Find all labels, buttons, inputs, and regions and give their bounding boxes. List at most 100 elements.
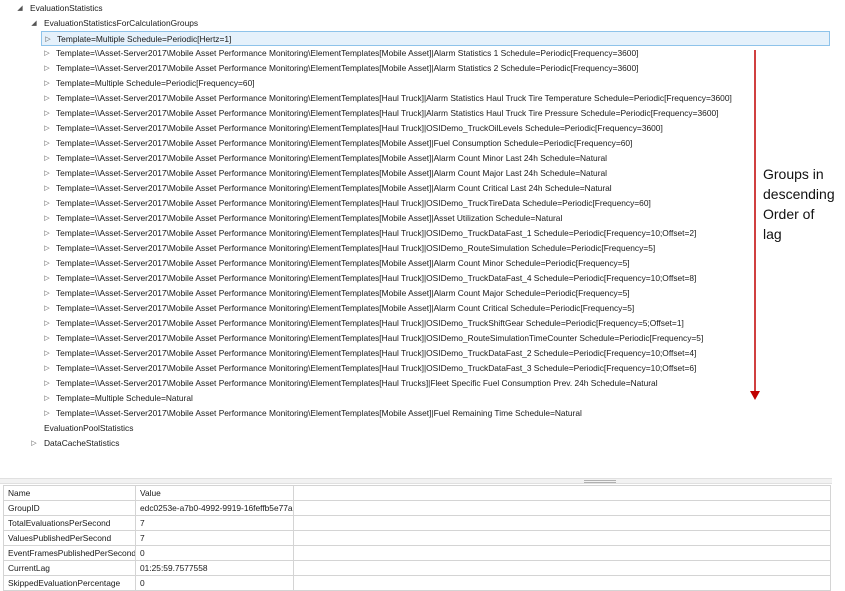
expand-triangle-icon[interactable]: ▷ (43, 32, 53, 47)
expand-triangle-icon[interactable]: ▷ (42, 391, 52, 406)
column-header-name[interactable]: Name (4, 486, 136, 501)
expand-triangle-icon[interactable]: ▷ (42, 166, 52, 181)
tree-item-group[interactable]: ▷ Template=Multiple Schedule=Natural (0, 391, 832, 406)
tree-item-group[interactable]: ▷Template=\\Asset-Server2017\Mobile Asse… (0, 121, 832, 136)
property-row[interactable]: EventFramesPublishedPerSecond 0 (4, 546, 831, 561)
property-filler (294, 576, 831, 591)
tree-item-group[interactable]: ▷ Template=\\Asset-Server2017\Mobile Asse… (0, 46, 832, 61)
tree-item-group[interactable]: ▷ Template=Multiple Schedule=Periodic[Her… (41, 31, 830, 46)
tree-node-evaluation-statistics[interactable]: ◢ EvaluationStatistics (0, 1, 832, 16)
collapse-triangle-icon[interactable]: ◢ (29, 16, 39, 31)
property-row[interactable]: GroupID edc0253e-a7b0-4992-9919-16feffb5… (4, 501, 831, 516)
property-row[interactable]: TotalEvaluationsPerSecond 7 (4, 516, 831, 531)
properties-header-row: Name Value (4, 486, 831, 501)
property-row[interactable]: SkippedEvaluationPercentage 0 (4, 576, 831, 591)
expand-triangle-icon[interactable]: ▷ (42, 226, 52, 241)
tree-node-data-cache-statistics[interactable]: ▷ DataCacheStatistics (0, 436, 832, 451)
expand-triangle-icon[interactable]: ▷ (42, 331, 52, 346)
column-header-value[interactable]: Value (136, 486, 294, 501)
expand-triangle-icon[interactable]: ▷ (42, 61, 52, 76)
properties-grid: Name Value GroupID edc0253e-a7b0-4992-99… (3, 485, 831, 591)
expand-triangle-icon[interactable]: ▷ (42, 256, 52, 271)
property-value: edc0253e-a7b0-4992-9919-16feffb5e77a (136, 501, 294, 516)
tree-item-group[interactable]: ▷Template=\\Asset-Server2017\Mobile Asse… (0, 196, 832, 211)
tree-item-label: Template=Multiple Schedule=Periodic[Hert… (57, 32, 231, 47)
tree-item-label: Template=\\Asset-Server2017\Mobile Asset… (56, 376, 658, 391)
tree-item-label: Template=\\Asset-Server2017\Mobile Asset… (56, 406, 582, 421)
tree-item-group[interactable]: ▷Template=\\Asset-Server2017\Mobile Asse… (0, 226, 832, 241)
tree-item-label: Template=\\Asset-Server2017\Mobile Asset… (56, 166, 607, 181)
property-filler (294, 546, 831, 561)
property-row[interactable]: ValuesPublishedPerSecond 7 (4, 531, 831, 546)
tree-item-group[interactable]: ▷Template=\\Asset-Server2017\Mobile Asse… (0, 136, 832, 151)
expand-triangle-icon[interactable]: ▷ (42, 376, 52, 391)
property-name: TotalEvaluationsPerSecond (4, 516, 136, 531)
expand-triangle-icon[interactable]: ▷ (42, 121, 52, 136)
tree-item-group[interactable]: ▷ Template=Multiple Schedule=Periodic[Fre… (0, 76, 832, 91)
tree-item-label: Template=\\Asset-Server2017\Mobile Asset… (56, 241, 655, 256)
tree-item-group[interactable]: ▷Template=\\Asset-Server2017\Mobile Asse… (0, 301, 832, 316)
tree-item-group[interactable]: ▷ Template=\\Asset-Server2017\Mobile Asse… (0, 241, 832, 256)
expand-triangle-icon[interactable]: ▷ (42, 196, 52, 211)
tree-item-group[interactable]: ▷Template=\\Asset-Server2017\Mobile Asse… (0, 271, 832, 286)
tree-item-group[interactable]: ▷Template=\\Asset-Server2017\Mobile Asse… (0, 256, 832, 271)
statistics-tree: ◢ EvaluationStatistics ◢ EvaluationStati… (0, 0, 832, 470)
expand-triangle-icon[interactable]: ▷ (42, 271, 52, 286)
tree-item-group[interactable]: ▷ Template=\\Asset-Server2017\Mobile Asse… (0, 181, 832, 196)
tree-item-group[interactable]: ▷ Template=\\Asset-Server2017\Mobile Asse… (0, 406, 832, 421)
property-name: GroupID (4, 501, 136, 516)
tree-node-label: EvaluationStatisticsForCalculationGroups (44, 16, 198, 31)
expand-triangle-icon[interactable]: ▷ (42, 361, 52, 376)
tree-item-label: Template=\\Asset-Server2017\Mobile Asset… (56, 361, 696, 376)
tree-item-label: Template=\\Asset-Server2017\Mobile Asset… (56, 46, 638, 61)
collapse-triangle-icon[interactable]: ◢ (15, 1, 25, 16)
column-header-filler (294, 486, 831, 501)
annotation-line: descending (763, 184, 845, 204)
tree-item-group[interactable]: ▷ Template=\\Asset-Server2017\Mobile Asse… (0, 91, 832, 106)
expand-triangle-icon[interactable]: ▷ (42, 106, 52, 121)
expand-triangle-icon[interactable]: ▷ (42, 181, 52, 196)
tree-item-label: Template=\\Asset-Server2017\Mobile Asset… (56, 91, 732, 106)
expand-triangle-icon[interactable]: ▷ (42, 316, 52, 331)
tree-item-group[interactable]: ▷ Template=\\Asset-Server2017\Mobile Asse… (0, 346, 832, 361)
expand-triangle-icon[interactable]: ▷ (42, 211, 52, 226)
expand-triangle-icon[interactable]: ▷ (42, 406, 52, 421)
expand-triangle-icon[interactable]: ▷ (42, 346, 52, 361)
tree-item-group[interactable]: ▷Template=\\Asset-Server2017\Mobile Asse… (0, 61, 832, 76)
property-row[interactable]: CurrentLag 01:25:59.7577558 (4, 561, 831, 576)
annotation-line: lag (763, 224, 845, 244)
tree-node-label: EvaluationPoolStatistics (44, 421, 133, 436)
tree-item-label: Template=Multiple Schedule=Periodic[Freq… (56, 76, 255, 91)
expand-triangle-icon[interactable]: ▷ (42, 151, 52, 166)
annotation-line: Groups in (763, 164, 845, 184)
expand-triangle-icon[interactable]: ▷ (42, 301, 52, 316)
expand-triangle-icon[interactable]: ▷ (42, 286, 52, 301)
tree-item-group[interactable]: ▷Template=\\Asset-Server2017\Mobile Asse… (0, 286, 832, 301)
tree-node-calculation-groups[interactable]: ◢ EvaluationStatisticsForCalculationGrou… (0, 16, 832, 31)
tree-item-label: Template=\\Asset-Server2017\Mobile Asset… (56, 181, 612, 196)
splitter-grip-icon[interactable] (584, 480, 616, 483)
expand-triangle-icon[interactable]: ▷ (42, 91, 52, 106)
tree-item-group[interactable]: ▷Template=\\Asset-Server2017\Mobile Asse… (0, 211, 832, 226)
tree-item-group[interactable]: ▷ Template=\\Asset-Server2017\Mobile Asse… (0, 316, 832, 331)
expand-triangle-icon[interactable]: ▷ (29, 436, 39, 451)
expand-triangle-icon[interactable]: ▷ (42, 46, 52, 61)
expand-triangle-icon[interactable]: ▷ (42, 241, 52, 256)
pane-splitter[interactable] (0, 478, 832, 484)
tree-item-group[interactable]: ▷ Template=\\Asset-Server2017\Mobile Asse… (0, 166, 832, 181)
tree-item-group[interactable]: ▷ Template=\\Asset-Server2017\Mobile Asse… (0, 106, 832, 121)
tree-node-evaluation-pool-statistics[interactable]: EvaluationPoolStatistics (0, 421, 832, 436)
expand-triangle-icon[interactable]: ▷ (42, 76, 52, 91)
tree-item-label: Template=\\Asset-Server2017\Mobile Asset… (56, 316, 684, 331)
tree-item-label: Template=\\Asset-Server2017\Mobile Asset… (56, 106, 718, 121)
tree-item-group[interactable]: ▷Template=\\Asset-Server2017\Mobile Asse… (0, 151, 832, 166)
tree-item-label: Template=\\Asset-Server2017\Mobile Asset… (56, 346, 696, 361)
tree-item-label: Template=Multiple Schedule=Natural (56, 391, 193, 406)
tree-item-group[interactable]: ▷ Template=\\Asset-Server2017\Mobile Asse… (0, 376, 832, 391)
property-value: 0 (136, 576, 294, 591)
tree-item-group[interactable]: ▷Template=\\Asset-Server2017\Mobile Asse… (0, 331, 832, 346)
annotation-line: Order of (763, 204, 845, 224)
tree-item-group[interactable]: ▷ Template=\\Asset-Server2017\Mobile Asse… (0, 361, 832, 376)
expand-triangle-icon[interactable]: ▷ (42, 136, 52, 151)
property-value: 7 (136, 531, 294, 546)
